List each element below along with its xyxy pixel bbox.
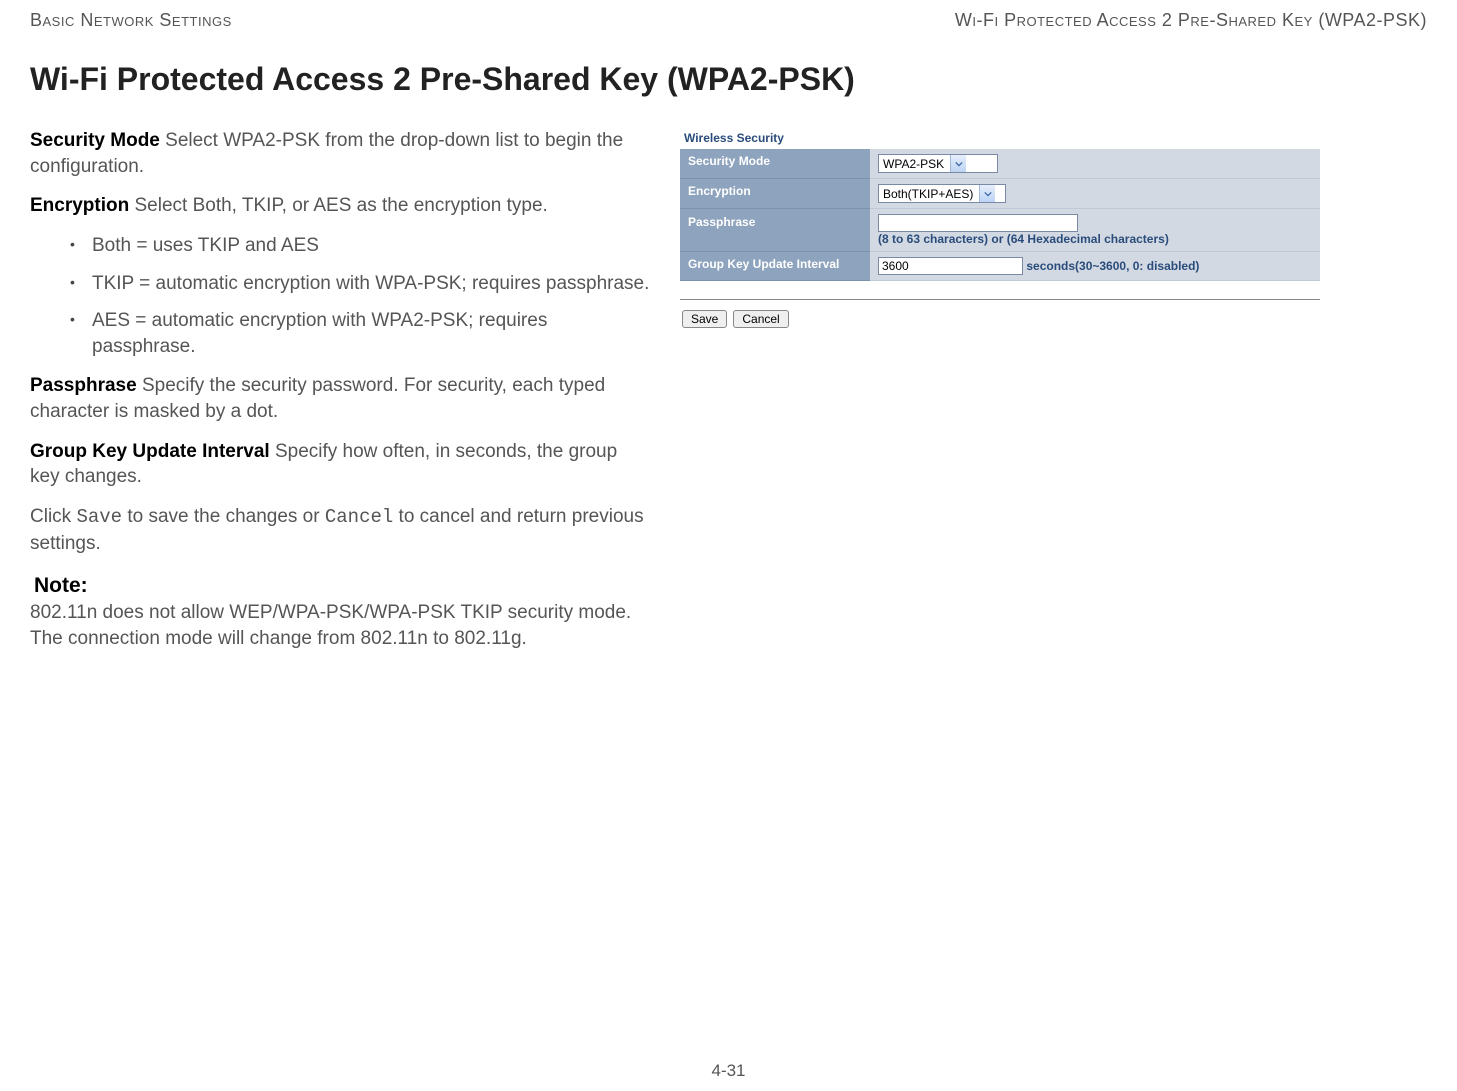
passphrase-hint: (8 to 63 characters) or (64 Hexadecimal … (878, 232, 1169, 246)
table-row: Encryption Both(TKIP+AES) (680, 179, 1320, 209)
encryption-term: Encryption (30, 195, 129, 216)
passphrase-row-label: Passphrase (680, 209, 870, 252)
chevron-down-icon (950, 155, 966, 172)
security-mode-value: WPA2-PSK (879, 157, 950, 171)
encryption-bullets: Both = uses TKIP and AES TKIP = automati… (70, 233, 650, 360)
security-mode-paragraph: Security Mode Select WPA2-PSK from the d… (30, 128, 650, 179)
table-row: Group Key Update Interval seconds(30~360… (680, 252, 1320, 281)
group-key-hint: seconds(30~3600, 0: disabled) (1026, 259, 1199, 273)
security-mode-row-label: Security Mode (680, 149, 870, 179)
save-mid: to save the changes or (122, 506, 325, 527)
passphrase-term: Passphrase (30, 375, 137, 396)
encryption-dropdown[interactable]: Both(TKIP+AES) (878, 184, 1006, 203)
note-heading: Note: (30, 574, 650, 598)
divider (680, 299, 1320, 300)
chevron-down-icon (979, 185, 995, 202)
list-item: AES = automatic encryption with WPA2-PSK… (70, 308, 650, 359)
description-column: Security Mode Select WPA2-PSK from the d… (30, 128, 650, 652)
cancel-keyword: Cancel (325, 506, 393, 528)
list-item: Both = uses TKIP and AES (70, 233, 650, 259)
list-item: TKIP = automatic encryption with WPA-PSK… (70, 271, 650, 297)
gkui-row-label: Group Key Update Interval (680, 252, 870, 281)
passphrase-input[interactable] (878, 214, 1078, 232)
table-row: Passphrase (8 to 63 characters) or (64 H… (680, 209, 1320, 252)
table-row: Security Mode WPA2-PSK (680, 149, 1320, 179)
settings-table: Security Mode WPA2-PSK Encryption (680, 149, 1320, 281)
passphrase-paragraph: Passphrase Specify the security password… (30, 373, 650, 424)
note-body: 802.11n does not allow WEP/WPA-PSK/WPA-P… (30, 600, 650, 651)
cancel-button[interactable]: Cancel (733, 310, 788, 328)
gkui-paragraph: Group Key Update Interval Specify how of… (30, 439, 650, 490)
encryption-desc: Select Both, TKIP, or AES as the encrypt… (129, 195, 548, 216)
panel-section-title: Wireless Security (680, 128, 1320, 149)
security-mode-dropdown[interactable]: WPA2-PSK (878, 154, 998, 173)
screenshot-panel: Wireless Security Security Mode WPA2-PSK (680, 128, 1320, 652)
group-key-input[interactable] (878, 257, 1023, 275)
save-cancel-paragraph: Click Save to save the changes or Cancel… (30, 504, 650, 556)
save-keyword: Save (76, 506, 122, 528)
header-right: Wi-Fi Protected Access 2 Pre-Shared Key … (955, 10, 1427, 31)
encryption-row-label: Encryption (680, 179, 870, 209)
gkui-term: Group Key Update Interval (30, 441, 270, 462)
page-number: 4-31 (711, 1061, 745, 1081)
encryption-paragraph: Encryption Select Both, TKIP, or AES as … (30, 193, 650, 219)
security-mode-term: Security Mode (30, 130, 160, 151)
page-title: Wi-Fi Protected Access 2 Pre-Shared Key … (30, 61, 1427, 98)
save-button[interactable]: Save (682, 310, 727, 328)
save-pre: Click (30, 506, 76, 527)
header-left: Basic Network Settings (30, 10, 232, 31)
encryption-value: Both(TKIP+AES) (879, 187, 979, 201)
